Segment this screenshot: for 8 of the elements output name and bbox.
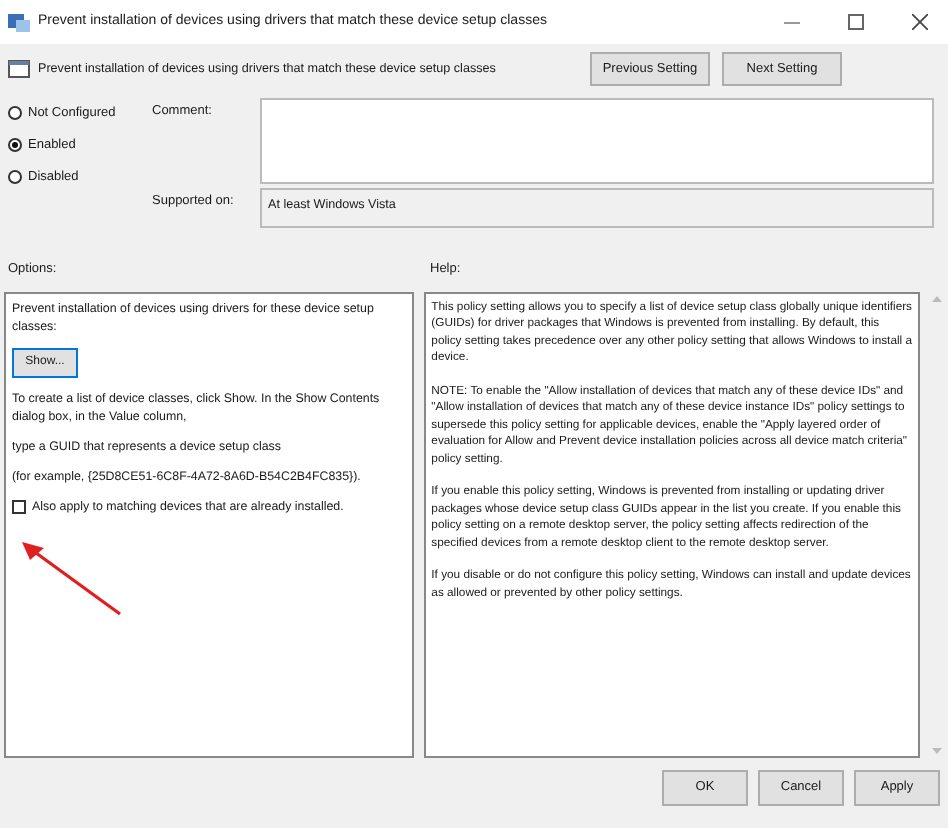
minimize-icon[interactable]: [784, 21, 800, 23]
close-icon[interactable]: [912, 14, 928, 30]
scroll-down-icon[interactable]: [932, 747, 943, 754]
scroll-up-icon[interactable]: [932, 295, 943, 302]
app-icon: [8, 12, 30, 32]
comment-field[interactable]: [260, 98, 934, 184]
policy-icon: [8, 60, 30, 78]
maximize-icon[interactable]: [848, 14, 864, 30]
